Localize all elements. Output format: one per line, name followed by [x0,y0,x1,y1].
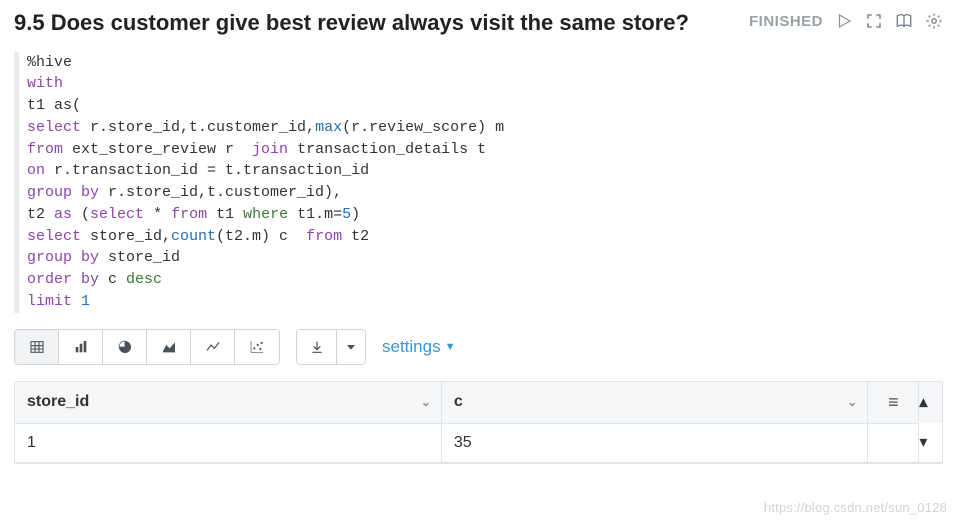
settings-label: settings [382,337,441,357]
viz-bar-button[interactable] [59,330,103,364]
gear-icon[interactable] [925,12,943,30]
row-spacer [868,423,919,462]
expand-icon[interactable] [865,12,883,30]
table-row: 1 35 ▾ [15,423,942,462]
chevron-down-icon: ⌄ [847,395,857,409]
download-group [296,329,366,365]
column-header-store-id[interactable]: store_id ⌄ [15,382,441,424]
settings-link[interactable]: settings ▼ [382,337,455,357]
column-header-c[interactable]: c ⌄ [441,382,867,424]
viz-line-button[interactable] [191,330,235,364]
column-label: c [454,393,463,410]
viz-type-group [14,329,280,365]
book-icon[interactable] [895,12,913,30]
menu-icon: ≡ [888,392,899,412]
run-icon[interactable] [835,12,853,30]
download-button[interactable] [297,330,337,364]
viz-area-button[interactable] [147,330,191,364]
chevron-down-icon: ⌄ [421,395,431,409]
result-table: store_id ⌄ c ⌄ ≡ ▴ 1 35 ▾ [14,381,943,464]
cell-c: 35 [441,423,867,462]
cell-store-id: 1 [15,423,441,462]
download-caret[interactable] [337,330,365,364]
viz-pie-button[interactable] [103,330,147,364]
chevron-down-icon: ▼ [445,341,456,353]
paragraph-title: 9.5 Does customer give best review alway… [14,8,749,38]
table-header-row: store_id ⌄ c ⌄ ≡ ▴ [15,382,942,424]
scroll-up-arrow[interactable]: ▴ [919,382,942,424]
status-label: FINISHED [749,13,823,30]
column-menu-button[interactable]: ≡ [868,382,919,424]
watermark: https://blog.csdn.net/sun_0128 [764,500,947,515]
code-editor[interactable]: %hivewitht1 as(select r.store_id,t.custo… [14,52,943,313]
column-label: store_id [27,393,89,410]
viz-scatter-button[interactable] [235,330,279,364]
scroll-down-arrow[interactable]: ▾ [919,423,942,462]
viz-table-button[interactable] [15,330,59,364]
